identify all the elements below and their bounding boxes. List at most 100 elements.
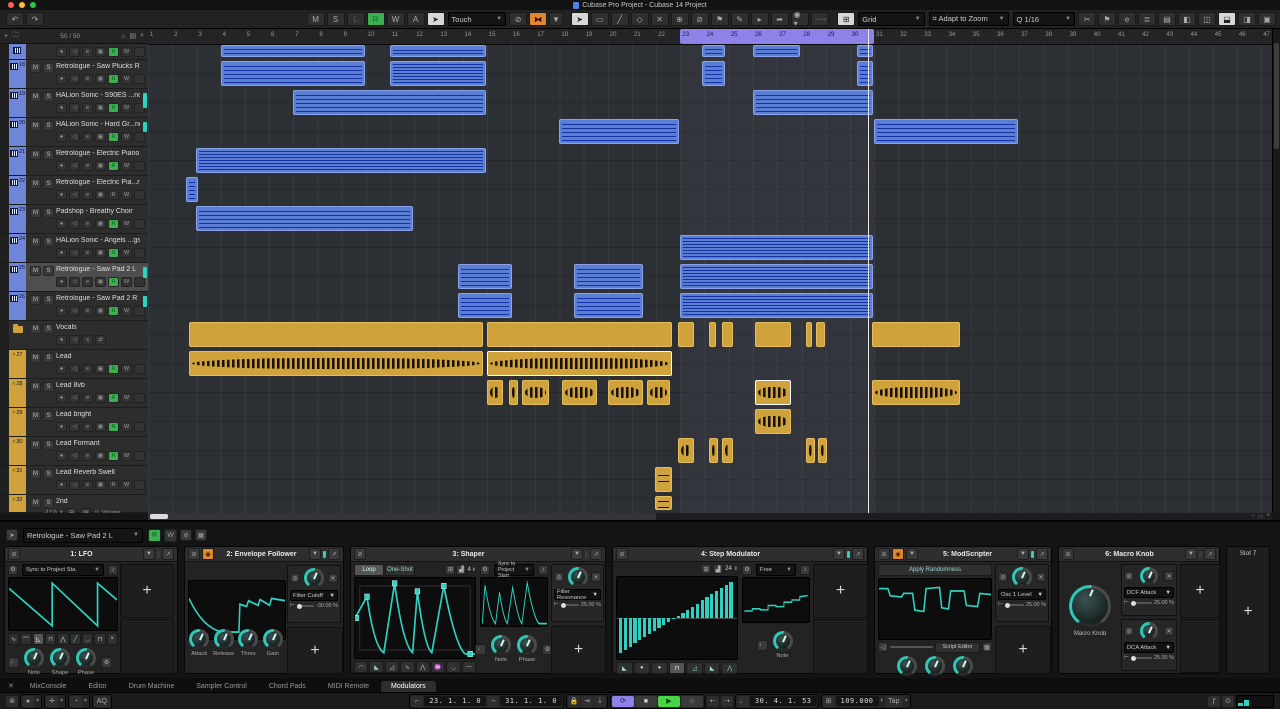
grid-icon[interactable]: ⊞ [445, 564, 456, 575]
midi-clip[interactable] [753, 45, 801, 57]
write-automation-button[interactable]: W [121, 480, 132, 490]
midi-clip[interactable] [857, 61, 873, 86]
bypass-icon[interactable]: ⊘ [354, 548, 366, 560]
edit-channel-icon[interactable]: e [82, 451, 93, 461]
solo-button[interactable]: S [43, 121, 54, 131]
folder-event-block[interactable] [709, 322, 716, 347]
thres-knob[interactable] [238, 629, 259, 649]
shaper-sync-dropdown[interactable]: Sync to Project Start ▼ [494, 561, 534, 579]
shaper-preset-button[interactable]: ◡ [446, 661, 461, 673]
solo-button[interactable]: S [43, 295, 54, 305]
read-automation-button[interactable]: R [108, 277, 119, 287]
quantize-grid-dropdown[interactable]: ⌗ Adapt to Zoom ▼ [928, 12, 1009, 26]
write-automation-button[interactable]: W [121, 306, 132, 316]
loop-button[interactable]: Loop [354, 563, 384, 576]
solo-button[interactable]: S [43, 237, 54, 247]
depth-knob[interactable] [567, 567, 588, 587]
folder-event-block[interactable] [189, 322, 484, 347]
read-automation-button[interactable]: R [148, 528, 161, 542]
range-selection-tool[interactable]: ▭ [590, 12, 609, 26]
track-row[interactable]: ≈28 M S Lead 8vb ● ◁ e ▦ R W [0, 379, 148, 408]
record-enable-icon[interactable]: ● [56, 74, 67, 84]
track-name[interactable]: Lead 8vb [56, 382, 140, 389]
read-automation-button[interactable]: R [108, 47, 119, 57]
note-value-icon[interactable]: ♩ [475, 643, 486, 655]
mute-button[interactable]: M [30, 121, 41, 131]
note-value-icon[interactable]: ♩ [756, 639, 768, 651]
audio-activity-icon[interactable]: ⊙ [1222, 695, 1235, 707]
write-automation-button[interactable]: W [121, 393, 132, 403]
step-bar[interactable] [719, 587, 724, 618]
mute-button[interactable]: M [30, 266, 41, 276]
step-bar[interactable] [695, 603, 700, 618]
track-row[interactable]: 21 M S Retrologue - Electric Piano ● ◁ e ▦ R W [0, 147, 148, 176]
bypass-icon[interactable]: ⊘ [188, 548, 200, 560]
destination-param-dropdown[interactable]: Filter Cutoff ▼ [290, 590, 338, 601]
horizontal-scrollbar-thumb[interactable] [150, 514, 168, 519]
monitor-icon[interactable]: ◁ [69, 248, 80, 258]
tap-tempo-button[interactable]: Tap [884, 695, 903, 707]
note-knob[interactable] [772, 631, 793, 651]
zoom-controls[interactable]: − ▭ + [1251, 513, 1270, 520]
one-shot-button[interactable]: One-Shot [385, 563, 415, 576]
open-editor-icon[interactable]: ↗ [328, 548, 340, 560]
tab-sampler-control[interactable]: Sampler Control [186, 681, 257, 692]
instrument-icon[interactable]: ▦ [95, 364, 106, 374]
track-row[interactable]: ≈29 M S Lead bright ● ◁ e ▦ R W [0, 408, 148, 437]
settings-gear-icon[interactable]: ⚙ [101, 656, 112, 668]
note-sync-icon[interactable]: ♪ [538, 564, 548, 575]
script-dropdown-icon[interactable]: ▼ [906, 548, 918, 560]
monitor-icon[interactable]: ◁ [69, 219, 80, 229]
mute-button[interactable]: M [30, 498, 41, 508]
open-editor-icon[interactable]: ↗ [1036, 548, 1048, 560]
mute-button[interactable]: M [30, 179, 41, 189]
playhead[interactable] [867, 29, 869, 513]
open-editor-icon[interactable]: ↗ [590, 548, 602, 560]
stepper-icon[interactable]: ⬍ [734, 566, 738, 572]
instrument-icon[interactable]: ▦ [95, 190, 106, 200]
solo-button[interactable]: S [43, 353, 54, 363]
horizontal-scrollbar-range[interactable] [148, 513, 656, 520]
lfo-shape-button[interactable]: ∿ [8, 633, 20, 645]
note-value-icon[interactable]: ♩ [8, 656, 19, 668]
solo-button[interactable]: S [43, 498, 54, 508]
step-count[interactable]: 24 [725, 566, 732, 572]
track-name[interactable]: Lead Reverb Swell [56, 469, 140, 476]
automation-s-button[interactable]: S [326, 12, 345, 26]
depth-knob[interactable] [304, 568, 324, 588]
vertical-scrollbar[interactable] [1272, 29, 1280, 513]
monitor-icon[interactable]: ◁ [69, 161, 80, 171]
remove-destination-icon[interactable]: ⊘ [998, 572, 1008, 582]
shaper-curve-editor[interactable] [354, 577, 476, 659]
track-row[interactable]: 20 M S HALion Sonic - Hard Gr...no ● ◁ e ▦ R W [0, 118, 148, 147]
instrument-icon[interactable]: ▦ [95, 277, 106, 287]
record-enable-icon[interactable]: ● [56, 190, 67, 200]
modulation-target-dropdown[interactable]: Retrologue - Saw Pad 2 L ▼ [23, 527, 143, 543]
track-name[interactable]: HALion Sonic - Hard Gr...no [56, 121, 140, 128]
instrument-icon[interactable]: ▦ [95, 47, 106, 57]
mute-button[interactable]: M [30, 440, 41, 450]
left-locator-display[interactable]: 23. 1. 1. 0 [424, 696, 487, 706]
write-automation-button[interactable]: W [121, 47, 132, 57]
instrument-icon[interactable]: ▦ [95, 74, 106, 84]
mute-button[interactable]: M [30, 469, 41, 479]
audio-clip[interactable] [755, 380, 791, 405]
record-enable-icon[interactable]: ● [56, 219, 67, 229]
edit-channel-icon[interactable]: e [82, 364, 93, 374]
midi-clip[interactable] [185, 177, 198, 202]
track-handle[interactable] [0, 321, 9, 349]
write-automation-button[interactable]: W [121, 277, 132, 287]
note-sync-icon[interactable]: ♪ [800, 564, 810, 575]
destination-amount[interactable]: ⊢ 25.00 % [1124, 600, 1174, 606]
record-enable-icon[interactable]: ● [56, 335, 67, 345]
modulator-slot-7[interactable]: Slot 7 + [1226, 546, 1270, 674]
cycle-count[interactable]: 4 [467, 567, 470, 573]
folder-event-block[interactable] [815, 322, 825, 347]
read-automation-button[interactable]: R [108, 422, 119, 432]
snap-type-dropdown[interactable]: ▼ [549, 12, 563, 26]
track-row[interactable]: 23 M S Padshop - Breathy Choir ● ◁ e ▦ R W [0, 205, 148, 234]
shaper-preset-button[interactable]: ⋀ [415, 661, 430, 673]
expand-icon[interactable]: ⇄ [95, 335, 106, 345]
destination-amount[interactable]: ⊢ 25.00 % [998, 602, 1046, 608]
midi-clip[interactable] [457, 293, 513, 318]
